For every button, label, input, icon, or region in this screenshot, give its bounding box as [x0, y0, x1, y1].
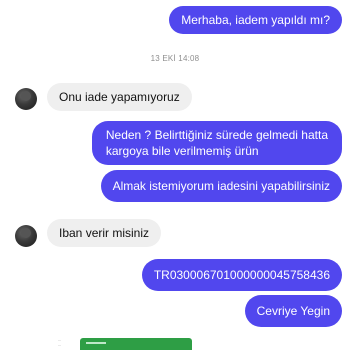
message-text: Merhaba, iadem yapıldı mı? [181, 13, 330, 27]
message-outgoing[interactable]: Cevriye Yegin [244, 295, 342, 327]
message-text: Iban verir misiniz [59, 226, 150, 240]
message-incoming[interactable]: Iban verir misiniz [47, 219, 162, 247]
attachment-caption: ... ... [58, 337, 61, 347]
conversation-timestamp: 13 EKİ 14:08 [150, 54, 200, 63]
message-outgoing[interactable]: TR030006701000000045758436 [141, 259, 342, 291]
message-outgoing[interactable]: Neden ? Belirttiğiniz sürede gelmedi hat… [91, 121, 342, 165]
contact-avatar[interactable] [15, 225, 37, 247]
message-text-line: Neden ? Belirttiğiniz sürede gelmedi hat… [105, 128, 328, 142]
message-text: TR030006701000000045758436 [153, 268, 330, 282]
attachment-image-preview[interactable] [80, 338, 192, 350]
contact-avatar[interactable] [15, 88, 37, 110]
message-text: Cevriye Yegin [256, 304, 330, 318]
message-outgoing[interactable]: Almak istemiyorum iadesini yapabilirsini… [100, 170, 342, 202]
message-text: Onu iade yapamıyoruz [59, 90, 180, 104]
message-text: Almak istemiyorum iadesini yapabilirsini… [112, 179, 330, 193]
attachment-caption-line: ... [58, 342, 62, 347]
message-incoming[interactable]: Onu iade yapamıyoruz [47, 83, 192, 111]
message-outgoing[interactable]: Merhaba, iadem yapıldı mı? [169, 6, 342, 34]
message-text-line: kargoya bile verilmemiş ürün [105, 144, 259, 158]
